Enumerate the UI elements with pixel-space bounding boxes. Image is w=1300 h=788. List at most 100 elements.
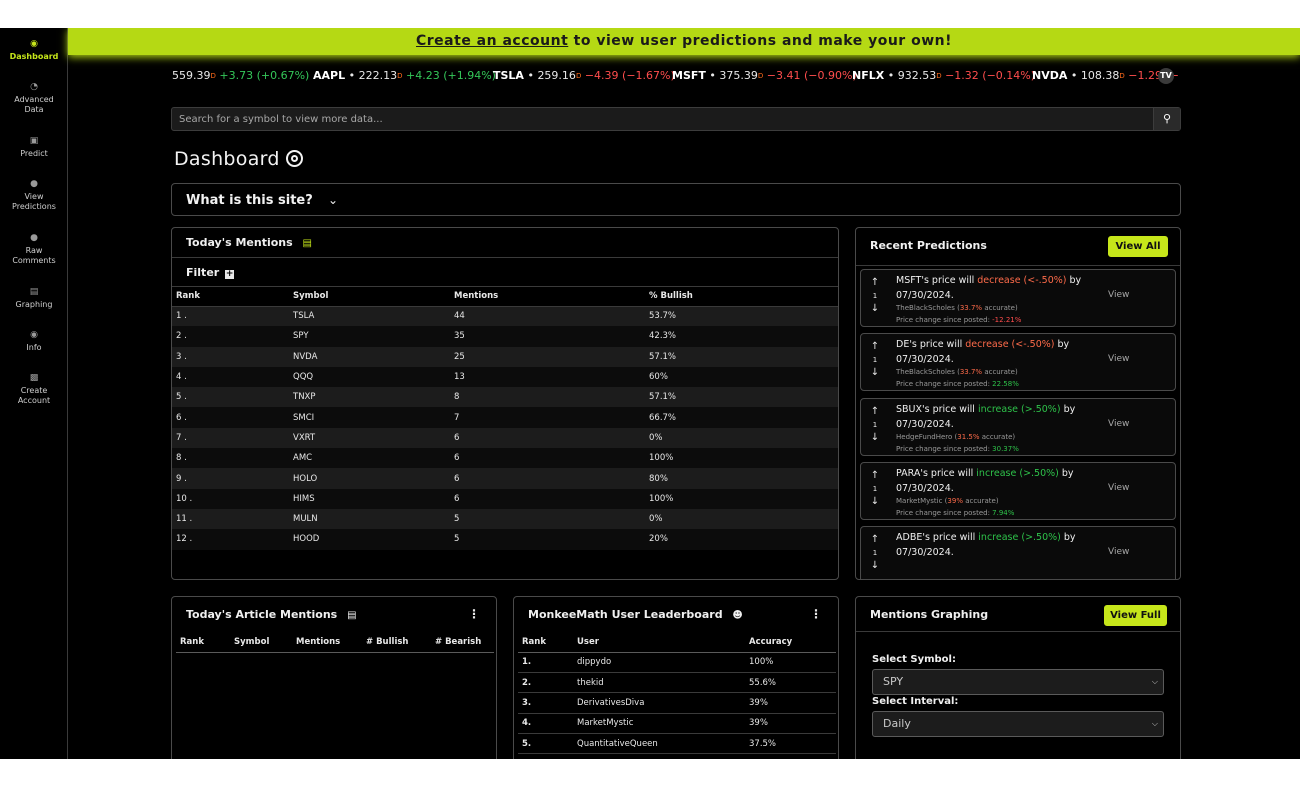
prediction-author: TheBlackScholes (33.7% accurate) xyxy=(896,304,1018,312)
view-prediction-link[interactable]: View xyxy=(1108,354,1129,364)
ticker-item[interactable]: NFLX • 932.53D −1.32 (−0.14%) xyxy=(852,68,1035,84)
plus-square-icon: + xyxy=(225,269,235,279)
view-prediction-link[interactable]: View xyxy=(1108,290,1129,300)
prediction-by: by xyxy=(1054,339,1070,351)
view-prediction-link[interactable]: View xyxy=(1108,547,1129,557)
column-header[interactable]: % Bullish xyxy=(645,287,838,307)
table-row[interactable]: 3 . NVDA 25 57.1% xyxy=(172,346,838,367)
sidebar-item-predict[interactable]: ▣ Predict xyxy=(0,136,68,159)
price-change-value: -12.21% xyxy=(992,316,1022,324)
column-header[interactable]: Rank xyxy=(518,633,573,653)
view-full-button[interactable]: View Full xyxy=(1104,605,1167,626)
sidebar-item-graphing[interactable]: ▤ Graphing xyxy=(0,287,68,310)
search-input[interactable] xyxy=(172,108,1154,130)
about-accordion[interactable]: What is this site? ⌄ xyxy=(171,183,1181,216)
ticker-item[interactable]: MSFT • 375.39D −3.41 (−0.90%) xyxy=(672,68,857,84)
view-prediction-link[interactable]: View xyxy=(1108,483,1129,493)
prediction-item[interactable]: ↑ 1 ↓ SBUX's price will increase (>.50%) by… xyxy=(860,397,1176,456)
rank-cell: 6 . xyxy=(172,407,289,428)
downvote-arrow-icon[interactable]: ↓ xyxy=(871,560,879,571)
prediction-item[interactable]: ↑ 1 ↓ DE's price will decrease (<-.50%) by 0… xyxy=(860,333,1176,392)
column-header[interactable]: Symbol xyxy=(289,287,450,307)
sidebar-item-info[interactable]: ◉ Info xyxy=(0,330,68,353)
filter-toggle[interactable]: Filter + xyxy=(172,258,838,287)
author-name[interactable]: MarketMystic xyxy=(896,497,942,505)
column-header[interactable]: Symbol xyxy=(230,633,292,653)
table-row[interactable]: 2. thekid 55.6% xyxy=(518,672,836,694)
search-button[interactable]: ⚲ xyxy=(1153,108,1180,130)
table-row[interactable]: 5. QuantitativeQueen 37.5% xyxy=(518,733,836,755)
ticker-price: 259.16 xyxy=(537,69,576,82)
prediction-item[interactable]: ↑ 1 ↓ ADBE's price will increase (>.50%) by… xyxy=(860,526,1176,579)
table-row[interactable]: 7 . VXRT 6 0% xyxy=(172,427,838,449)
column-header[interactable]: # Bearish xyxy=(431,633,494,653)
upvote-arrow-icon[interactable]: ↑ xyxy=(871,470,879,481)
prediction-item[interactable]: ↑ 1 ↓ MSFT's price will decrease (<-.50%) b… xyxy=(860,269,1176,327)
bullish-cell: 20% xyxy=(645,529,838,550)
table-row[interactable]: 10 . HIMS 6 100% xyxy=(172,488,838,509)
table-row[interactable]: 2 . SPY 35 42.3% xyxy=(172,326,838,347)
upvote-arrow-icon[interactable]: ↑ xyxy=(871,534,879,545)
table-row[interactable]: 8 . AMC 6 100% xyxy=(172,448,838,469)
symbol-select[interactable]: SPY ⌵ xyxy=(872,669,1164,695)
table-row[interactable]: 9 . HOLO 6 80% xyxy=(172,468,838,489)
upvote-arrow-icon[interactable]: ↑ xyxy=(871,341,879,352)
author-name[interactable]: HedgeFundHero xyxy=(896,433,952,441)
table-row[interactable]: 6 . SMCI 7 66.7% xyxy=(172,407,838,428)
table-row[interactable]: 11 . MULN 5 0% xyxy=(172,508,838,530)
bar-chart-icon[interactable]: ▤ xyxy=(303,238,312,249)
table-row[interactable]: 1 . TSLA 44 53.7% xyxy=(172,306,838,327)
create-account-link[interactable]: Create an account xyxy=(416,33,568,49)
table-row[interactable]: 1. dippydo 100% xyxy=(518,652,836,673)
sidebar-item-view-predictions[interactable]: ● View Predictions xyxy=(0,179,68,212)
sidebar-item-label: Raw Comments xyxy=(12,246,56,265)
author-name[interactable]: TheBlackScholes xyxy=(896,368,955,376)
upvote-arrow-icon[interactable]: ↑ xyxy=(871,277,879,288)
ticker-item[interactable]: TSLA • 259.16D −4.39 (−1.67%) xyxy=(493,68,675,84)
table-row[interactable]: 4 . QQQ 13 60% xyxy=(172,366,838,388)
sidebar-item-advanced-data[interactable]: ◔ Advanced Data xyxy=(0,82,68,115)
sidebar-item-dashboard[interactable]: ◉ Dashboard xyxy=(0,39,68,62)
column-header[interactable]: Rank xyxy=(176,633,230,653)
mentions-cell: 7 xyxy=(450,407,645,428)
more-options-icon[interactable]: ⋮ xyxy=(468,597,480,632)
column-header[interactable]: Mentions xyxy=(292,633,362,653)
table-row[interactable]: 4. MarketMystic 39% xyxy=(518,713,836,735)
prediction-subject: PARA's price will xyxy=(896,467,977,479)
column-header[interactable]: # Bullish xyxy=(362,633,431,653)
column-header[interactable]: User xyxy=(573,633,745,653)
ticker-price: 932.53 xyxy=(897,69,937,82)
leaderboard-card: MonkeeMath User Leaderboard ☻ ⋮ Rank Use… xyxy=(513,596,839,759)
view-prediction-link[interactable]: View xyxy=(1108,419,1129,429)
column-header[interactable]: Rank xyxy=(172,287,289,307)
table-row[interactable]: 3. DerivativesDiva 39% xyxy=(518,692,836,714)
column-header[interactable]: Mentions xyxy=(450,287,645,307)
author-accuracy: 33.7% xyxy=(959,304,983,312)
ticker-item[interactable]: NVDA • 108.38D −1.29 (− xyxy=(1032,68,1179,84)
author-accuracy: 39% xyxy=(947,496,963,505)
ticker-symbol: NVDA xyxy=(1032,69,1068,82)
upvote-arrow-icon[interactable]: ↑ xyxy=(871,406,879,417)
downvote-arrow-icon[interactable]: ↓ xyxy=(871,496,879,507)
author-name[interactable]: TheBlackScholes xyxy=(896,304,955,312)
price-change-label: Price change since posted: xyxy=(896,380,993,389)
sidebar-item-create-account[interactable]: ▩ Create Account xyxy=(0,373,68,406)
downvote-arrow-icon[interactable]: ↓ xyxy=(871,367,879,378)
table-row[interactable]: 5 . TNXP 8 57.1% xyxy=(172,387,838,408)
mentions-cell: 5 xyxy=(450,529,645,550)
tradingview-logo-icon[interactable]: TV xyxy=(1158,68,1174,84)
prediction-by: by xyxy=(1060,403,1076,415)
interval-select[interactable]: Daily ⌵ xyxy=(872,711,1164,737)
more-options-icon[interactable]: ⋮ xyxy=(810,597,822,632)
mentions-cell: 44 xyxy=(450,306,645,327)
table-row[interactable]: 12 . HOOD 5 20% xyxy=(172,529,838,550)
prediction-item[interactable]: ↑ 1 ↓ PARA's price will increase (>.50%) by… xyxy=(860,461,1176,520)
downvote-arrow-icon[interactable]: ↓ xyxy=(871,303,879,314)
sidebar-item-raw-comments[interactable]: ● Raw Comments xyxy=(0,233,68,266)
view-all-button[interactable]: View All xyxy=(1108,236,1168,257)
prediction-text: PARA's price will increase (>.50%) by 07/… xyxy=(896,466,1096,496)
ticker-item[interactable]: AAPL • 222.13D +4.23 (+1.94%) xyxy=(313,68,496,84)
ticker-item[interactable]: 559.39D +3.73 (+0.67%) xyxy=(172,68,309,84)
column-header[interactable]: Accuracy xyxy=(745,633,836,653)
downvote-arrow-icon[interactable]: ↓ xyxy=(871,432,879,443)
